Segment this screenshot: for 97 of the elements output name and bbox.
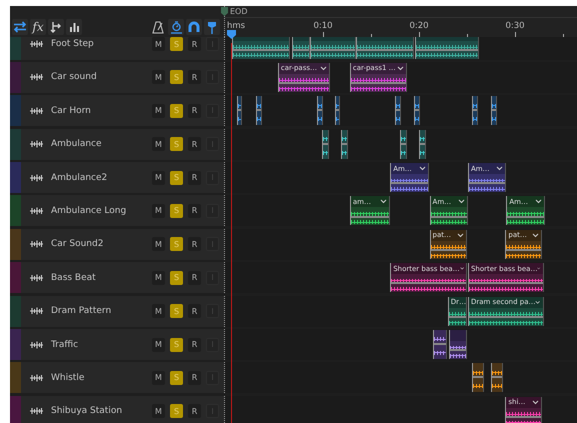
- chevron-icon[interactable]: [535, 300, 541, 305]
- track-toggle-button[interactable]: R: [188, 404, 201, 418]
- audio-clip[interactable]: [400, 130, 407, 159]
- magnet-icon[interactable]: [186, 19, 202, 35]
- waveform-icon: [30, 40, 43, 48]
- marker-pin-icon[interactable]: [204, 19, 220, 35]
- track-toggle-button[interactable]: M: [152, 204, 165, 218]
- track-name: Dram Pattern: [51, 306, 112, 316]
- audio-clip[interactable]: [356, 37, 414, 58]
- chevron-icon[interactable]: [418, 166, 426, 172]
- audio-clip[interactable]: [232, 37, 290, 58]
- audio-clip[interactable]: [292, 37, 310, 58]
- track-name: Shibuya Station: [51, 406, 124, 416]
- waveform-icon: [30, 407, 43, 416]
- swap-arrows-icon[interactable]: [12, 19, 28, 35]
- marker-flag-icon[interactable]: [221, 7, 228, 16]
- track-toggle-button[interactable]: M: [152, 404, 165, 418]
- track-toggle-button[interactable]: R: [188, 338, 201, 352]
- track-name: Bass Beat: [51, 272, 97, 283]
- waveform-icon: [30, 307, 43, 316]
- branch-icon[interactable]: [48, 19, 64, 35]
- track-toggle-button[interactable]: M: [152, 370, 165, 385]
- waveform-icon: [30, 174, 43, 182]
- audio-clip[interactable]: [472, 96, 478, 126]
- time-tick-label: 0:10: [313, 21, 333, 31]
- bar-chart-icon[interactable]: [66, 19, 82, 35]
- chevron-icon[interactable]: [456, 232, 464, 238]
- time-tick-label: 0:30: [505, 21, 525, 31]
- track-name: Ambulance: [51, 139, 103, 150]
- track-toggle-button[interactable]: M: [152, 70, 165, 84]
- audio-clip[interactable]: [322, 130, 329, 159]
- chevron-icon[interactable]: [397, 66, 404, 71]
- audio-clip[interactable]: [419, 130, 426, 159]
- track-name: Traffic: [51, 340, 80, 350]
- effects-button[interactable]: fx: [30, 19, 46, 35]
- metronome-icon[interactable]: [150, 19, 166, 35]
- chevron-icon[interactable]: [320, 66, 327, 71]
- track-toggle-button[interactable]: M: [152, 237, 165, 252]
- track-toggle-button[interactable]: M: [152, 104, 165, 118]
- chevron-icon[interactable]: [532, 232, 540, 238]
- time-unit-label: hms: [227, 21, 246, 31]
- track-toggle-button[interactable]: R: [188, 270, 201, 285]
- audio-clip[interactable]: [491, 96, 497, 126]
- audio-clip[interactable]: [236, 96, 242, 126]
- audio-clip[interactable]: [310, 37, 356, 58]
- playhead-line[interactable]: [230, 43, 232, 423]
- audio-clip[interactable]: [433, 330, 447, 360]
- track-toggle-button[interactable]: M: [152, 304, 165, 318]
- track-toggle-button[interactable]: M: [152, 338, 165, 352]
- track-toggle-button[interactable]: R: [188, 137, 201, 152]
- track-toggle-button[interactable]: R: [188, 104, 201, 118]
- track-name: Ambulance Long: [51, 206, 128, 216]
- track-toggle-button[interactable]: M: [152, 37, 165, 51]
- chevron-icon[interactable]: [458, 199, 465, 204]
- track-toggle-button[interactable]: M: [152, 270, 165, 285]
- track-name: Car Horn: [51, 106, 92, 116]
- stopwatch-icon[interactable]: [168, 19, 184, 35]
- track-toggle-button[interactable]: R: [188, 237, 201, 252]
- track-name: Ambulance2: [51, 172, 108, 183]
- track-name: Car Sound2: [51, 239, 104, 250]
- waveform-icon: [30, 73, 43, 82]
- track-toggle-button[interactable]: R: [188, 370, 201, 385]
- track-toggle-button[interactable]: M: [152, 137, 165, 152]
- track-toggle-button[interactable]: R: [188, 204, 201, 218]
- audio-clip[interactable]: [395, 96, 401, 126]
- audio-clip[interactable]: [414, 96, 420, 126]
- waveform-icon: [30, 240, 43, 248]
- audio-clip[interactable]: [341, 130, 348, 159]
- track-toggle-button[interactable]: R: [188, 70, 201, 84]
- audio-clip[interactable]: [491, 363, 504, 392]
- waveform-icon: [30, 340, 43, 349]
- chevron-icon[interactable]: [496, 166, 504, 172]
- audio-clip[interactable]: [472, 363, 484, 392]
- track-toggle-button[interactable]: R: [188, 304, 201, 318]
- track-name: Foot Step: [51, 39, 95, 49]
- audio-clip[interactable]: [317, 96, 323, 126]
- chevron-icon[interactable]: [460, 266, 464, 272]
- audio-clip[interactable]: [256, 96, 262, 126]
- track-toggle-button[interactable]: R: [188, 170, 201, 185]
- audio-clip[interactable]: [448, 330, 467, 360]
- track-name: Car sound: [51, 72, 98, 82]
- track-toggle-button[interactable]: M: [152, 170, 165, 185]
- track-toggle-button[interactable]: R: [188, 37, 201, 51]
- chevron-icon[interactable]: [532, 400, 540, 405]
- waveform-icon: [30, 106, 43, 115]
- audio-clip[interactable]: [415, 37, 479, 58]
- time-tick-label: 0:20: [409, 21, 429, 31]
- marker-label: EOD: [230, 7, 248, 16]
- waveform-icon: [30, 140, 43, 148]
- chevron-icon[interactable]: [380, 199, 388, 204]
- chevron-icon[interactable]: [534, 199, 542, 204]
- playhead-handle[interactable]: [226, 30, 236, 39]
- waveform-icon: [30, 374, 43, 382]
- waveform-icon: [30, 274, 43, 282]
- audio-clip[interactable]: [334, 96, 340, 126]
- waveform-icon: [30, 206, 43, 215]
- track-name: Whistle: [51, 372, 86, 383]
